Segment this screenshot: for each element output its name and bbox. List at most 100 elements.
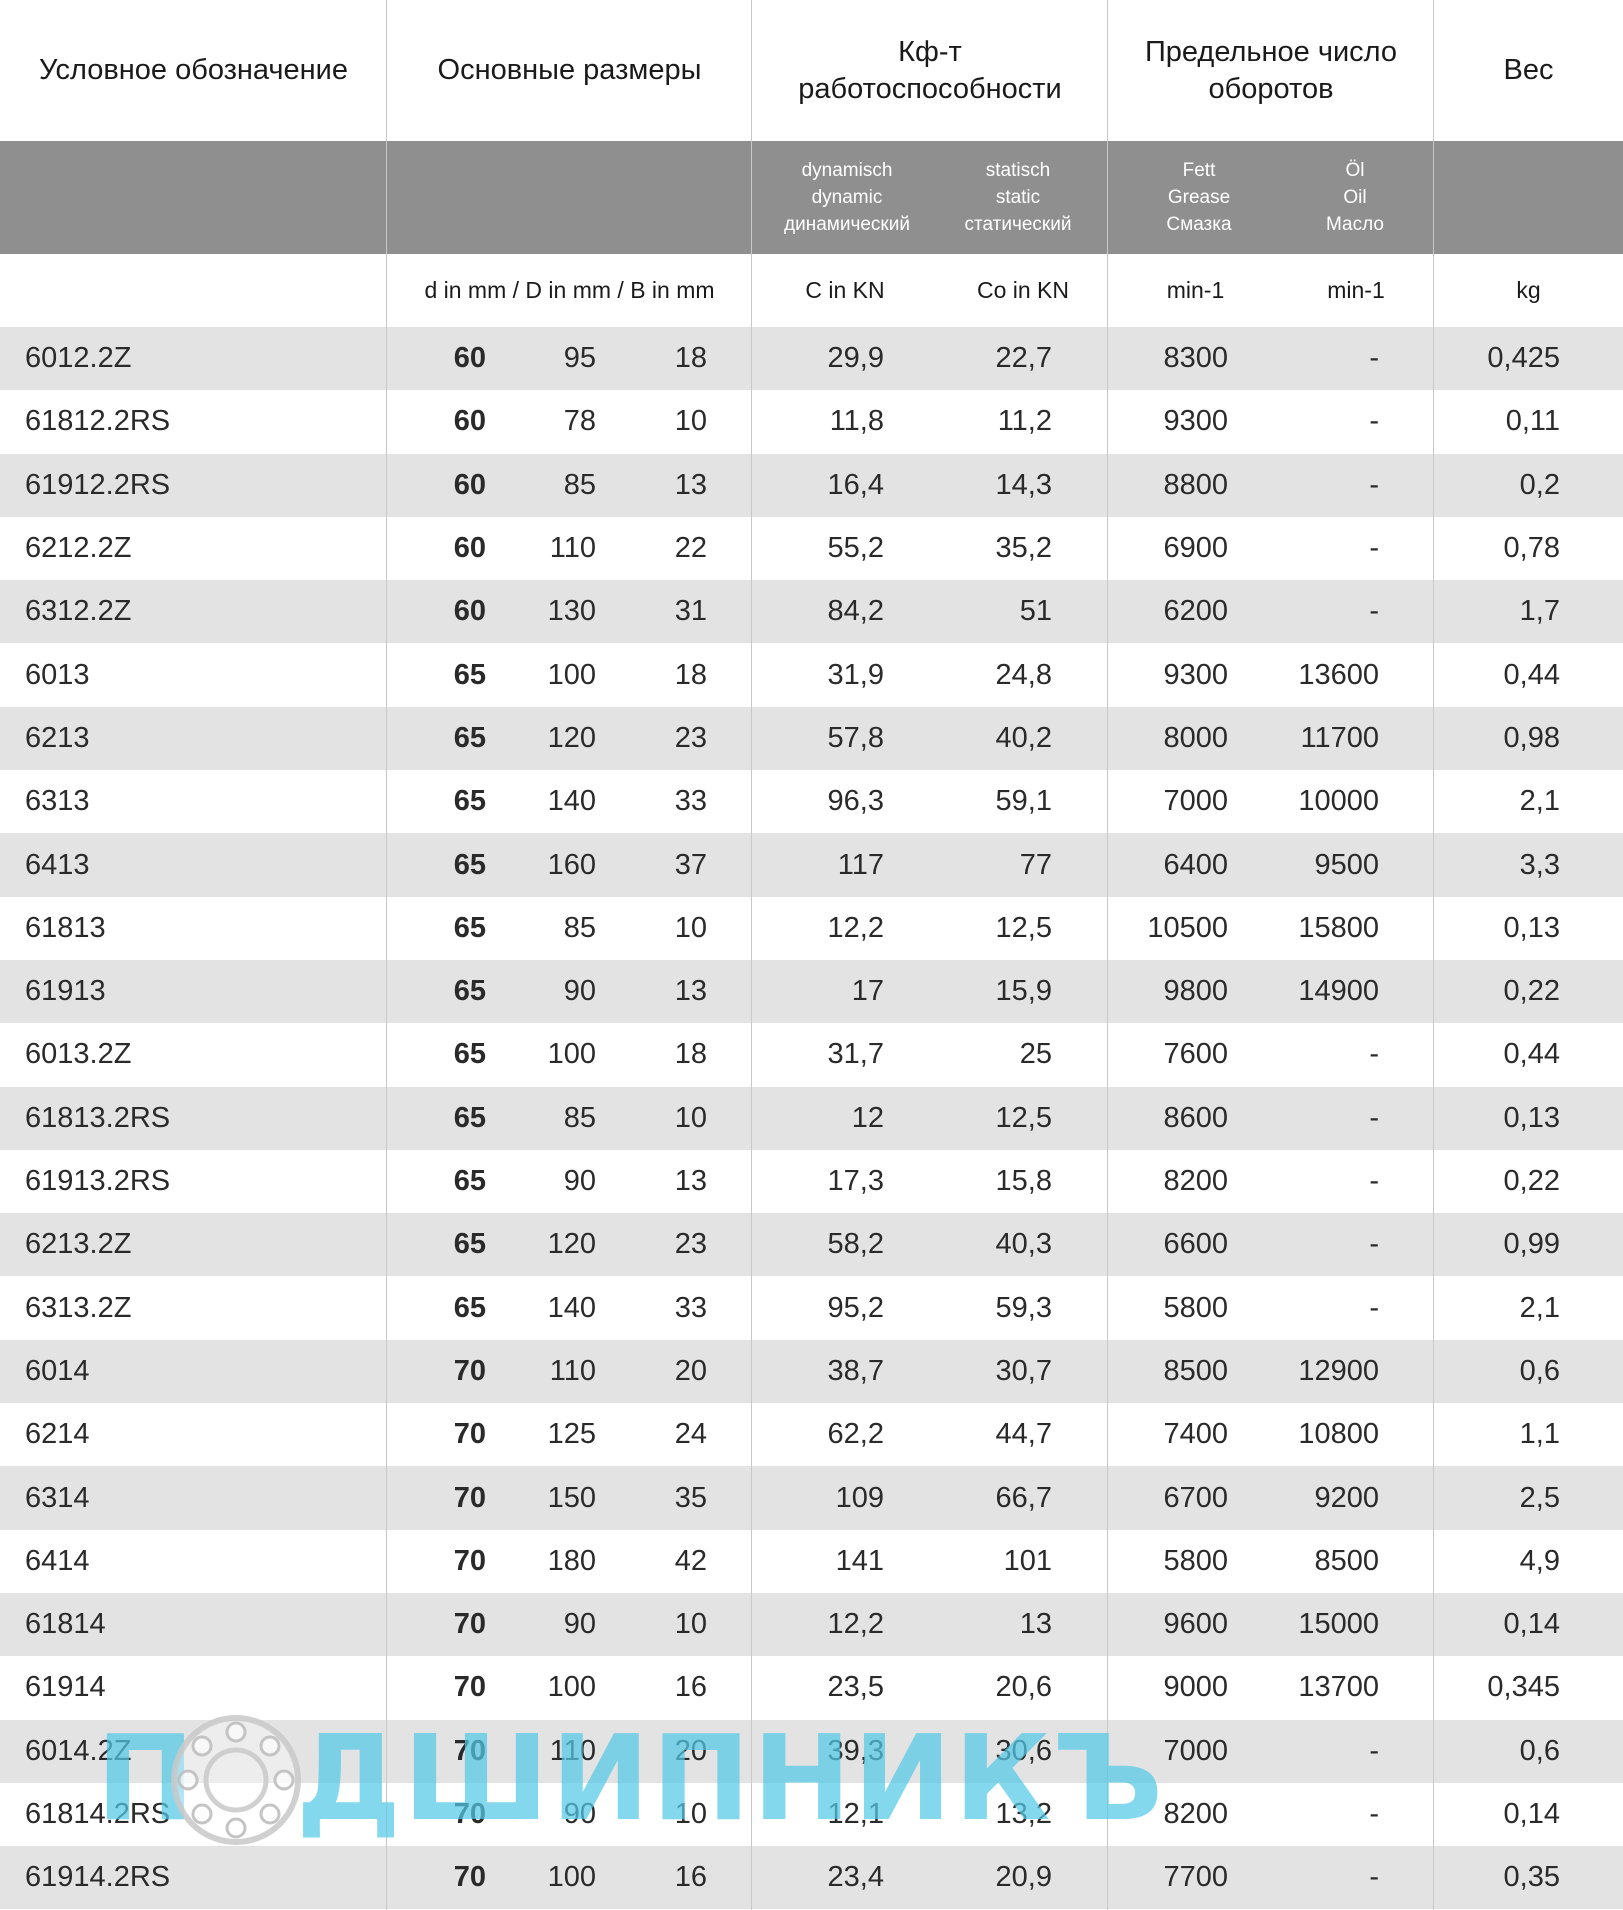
inner-diameter-cell: 60 (453, 532, 486, 565)
inner-diameter-cell: 70 (453, 1734, 486, 1767)
dynamic-load-cell: 58,2 (827, 1228, 884, 1261)
table-row: 6014 70 110 20 38,7 30,7 8500 12900 0,6 (0, 1339, 1623, 1404)
outer-diameter-cell: 100 (547, 658, 596, 691)
static-load-cell: 40,3 (995, 1228, 1052, 1261)
grease-speed-cell: 8600 (1163, 1101, 1228, 1134)
grease-speed-cell: 7000 (1163, 785, 1228, 818)
grease-speed-cell: 7400 (1163, 1418, 1228, 1451)
width-cell: 10 (674, 405, 707, 438)
designation-cell: 6014.2Z (25, 1734, 132, 1767)
inner-diameter-cell: 65 (453, 785, 486, 818)
dynamic-load-cell: 95,2 (827, 1291, 884, 1324)
inner-diameter-cell: 60 (453, 342, 486, 375)
subheader-oil: Öl Oil Масло (1326, 160, 1384, 235)
static-load-cell: 101 (1003, 1544, 1052, 1577)
width-cell: 16 (674, 1671, 707, 1704)
bearing-table: Условное обозначение Основные размеры Кф… (0, 0, 1623, 1910)
designation-cell: 6214 (25, 1418, 90, 1451)
inner-diameter-cell: 65 (453, 911, 486, 944)
table-row: 61912.2RS 60 85 13 16,4 14,3 8800 - 0,2 (0, 453, 1623, 517)
oil-speed-cell: 8500 (1314, 1544, 1379, 1577)
width-cell: 18 (674, 658, 707, 691)
weight-cell: 0,99 (1503, 1228, 1560, 1261)
weight-cell: 2,1 (1519, 785, 1560, 818)
designation-cell: 61813.2RS (25, 1101, 171, 1134)
designation-cell: 6313.2Z (25, 1291, 132, 1324)
table-row: 6413 65 160 37 117 77 6400 9500 3,3 (0, 833, 1623, 897)
header-designation: Условное обозначение (38, 54, 349, 86)
dynamic-load-cell: 57,8 (827, 721, 884, 754)
outer-diameter-cell: 85 (563, 1101, 596, 1134)
table-row: 6012.2Z 60 95 18 29,9 22,7 8300 - 0,425 (0, 327, 1623, 391)
width-cell: 31 (674, 595, 707, 628)
table-row: 61813.2RS 65 85 10 12 12,5 8600 - 0,13 (0, 1086, 1623, 1150)
weight-cell: 0,22 (1503, 975, 1560, 1008)
weight-cell: 0,425 (1487, 342, 1560, 375)
table-row: 61812.2RS 60 78 10 11,8 11,2 9300 - 0,11 (0, 390, 1623, 454)
inner-diameter-cell: 60 (453, 405, 486, 438)
designation-cell: 61813 (25, 911, 106, 944)
table-row: 61913 65 90 13 17 15,9 9800 14900 0,22 (0, 960, 1623, 1024)
inner-diameter-cell: 65 (453, 1165, 486, 1198)
weight-cell: 0,78 (1503, 532, 1560, 565)
inner-diameter-cell: 65 (453, 1101, 486, 1134)
grease-speed-cell: 6400 (1163, 848, 1228, 881)
outer-diameter-cell: 100 (547, 1671, 596, 1704)
units-oil: min-1 (1327, 277, 1385, 303)
designation-cell: 6313 (25, 785, 90, 818)
weight-cell: 0,11 (1505, 405, 1560, 438)
oil-speed-cell: - (1369, 1798, 1379, 1831)
grease-speed-cell: 7000 (1163, 1734, 1228, 1767)
grease-speed-cell: 8200 (1163, 1798, 1228, 1831)
width-cell: 23 (674, 1228, 707, 1261)
subheader-grease: Fett Grease Смазка (1166, 160, 1232, 235)
outer-diameter-cell: 78 (563, 405, 596, 438)
weight-cell: 0,13 (1503, 911, 1560, 944)
table-row: 61914.2RS 70 100 16 23,4 20,9 7700 - 0,35 (0, 1846, 1623, 1910)
inner-diameter-cell: 70 (453, 1861, 486, 1894)
grease-speed-cell: 7600 (1163, 1038, 1228, 1071)
static-load-cell: 40,2 (995, 721, 1052, 754)
oil-speed-cell: - (1369, 1291, 1379, 1324)
designation-cell: 6014 (25, 1354, 90, 1387)
static-load-cell: 59,1 (995, 785, 1052, 818)
inner-diameter-cell: 65 (453, 658, 486, 691)
oil-speed-cell: 15000 (1298, 1608, 1379, 1641)
designation-cell: 6212.2Z (25, 532, 132, 565)
weight-cell: 0,14 (1503, 1608, 1560, 1641)
oil-speed-cell: - (1369, 1165, 1379, 1198)
oil-speed-cell: - (1369, 342, 1379, 375)
designation-cell: 61913.2RS (25, 1165, 171, 1198)
weight-cell: 2,1 (1519, 1291, 1560, 1324)
inner-diameter-cell: 70 (453, 1798, 486, 1831)
table-row: 6212.2Z 60 110 22 55,2 35,2 6900 - 0,78 (0, 516, 1623, 581)
width-cell: 10 (674, 1101, 707, 1134)
dynamic-load-cell: 109 (835, 1481, 884, 1514)
table-row: 6313 65 140 33 96,3 59,1 7000 10000 2,1 (0, 770, 1623, 834)
table-row: 61914 70 100 16 23,5 20,6 9000 13700 0,345 (0, 1656, 1623, 1720)
width-cell: 16 (674, 1861, 707, 1894)
weight-cell: 1,1 (1519, 1418, 1560, 1451)
table-row: 6213.2Z 65 120 23 58,2 40,3 6600 - 0,99 (0, 1213, 1623, 1277)
subheader-dynamic: dynamisch dynamic динамический (784, 160, 910, 235)
width-cell: 35 (674, 1481, 707, 1514)
table-row: 61814 70 90 10 12,2 13 9600 15000 0,14 (0, 1593, 1623, 1657)
dynamic-load-cell: 23,5 (827, 1671, 884, 1704)
grease-speed-cell: 8500 (1163, 1354, 1228, 1387)
table-row: 6314 70 150 35 109 66,7 6700 9200 2,5 (0, 1466, 1623, 1530)
table-row: 6013 65 100 18 31,9 24,8 9300 13600 0,44 (0, 643, 1623, 707)
dynamic-load-cell: 16,4 (827, 468, 884, 501)
width-cell: 10 (674, 911, 707, 944)
oil-speed-cell: 9200 (1314, 1481, 1379, 1514)
weight-cell: 0,6 (1519, 1734, 1560, 1767)
static-load-cell: 15,8 (995, 1165, 1052, 1198)
outer-diameter-cell: 110 (549, 532, 596, 565)
inner-diameter-cell: 70 (453, 1418, 486, 1451)
static-load-cell: 77 (1019, 848, 1052, 881)
grease-speed-cell: 8000 (1163, 721, 1228, 754)
width-cell: 20 (674, 1354, 707, 1387)
column-divider (751, 0, 752, 1910)
weight-cell: 0,22 (1503, 1165, 1560, 1198)
column-divider (1107, 0, 1108, 1910)
width-cell: 33 (674, 785, 707, 818)
